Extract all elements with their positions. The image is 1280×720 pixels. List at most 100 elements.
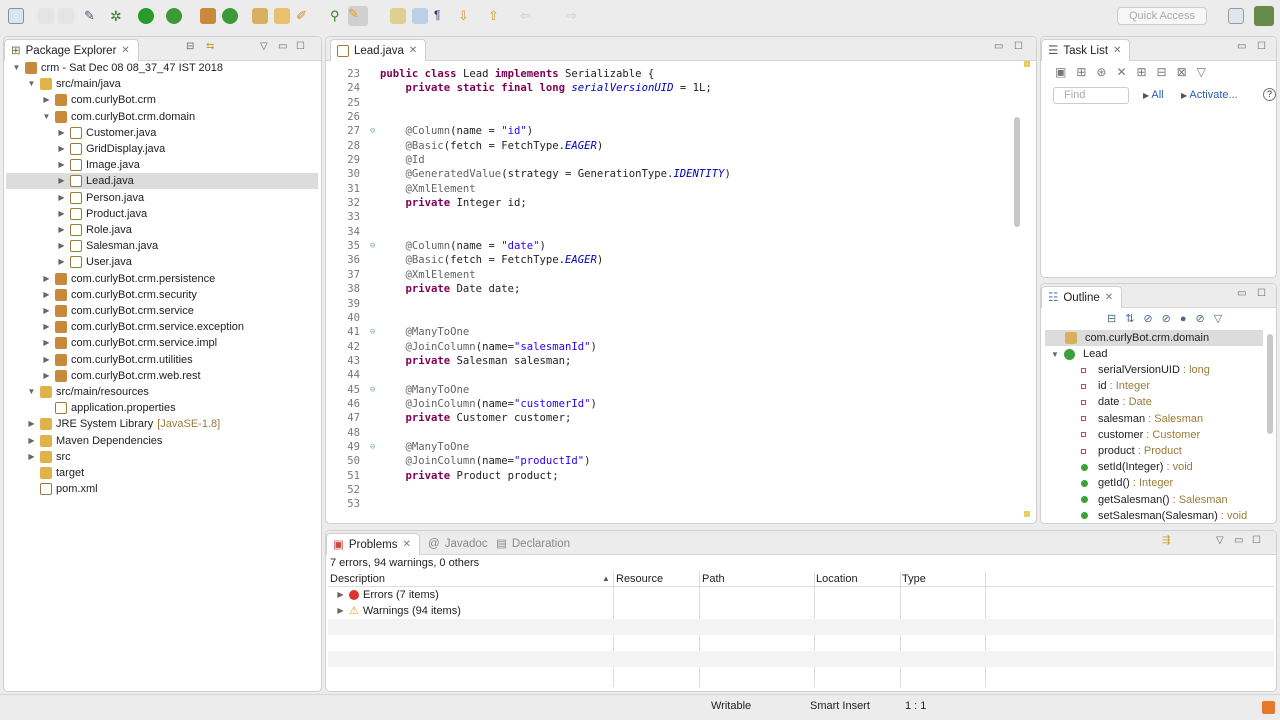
help-icon[interactable]: ?: [1263, 88, 1276, 101]
tree-item[interactable]: application.properties: [42, 400, 176, 416]
outline-item[interactable]: salesman : Salesman: [1081, 411, 1203, 427]
warnings-row[interactable]: ▶ ⚠ Warnings (94 items): [336, 603, 460, 619]
code-line[interactable]: 52: [332, 483, 731, 497]
code-line[interactable]: 36 @Basic (fetch = FetchType. EAGER): [332, 253, 731, 267]
code-line[interactable]: 34: [332, 225, 731, 239]
link-editor-icon[interactable]: ⇆: [206, 41, 214, 52]
run-external-icon[interactable]: [166, 8, 182, 24]
minimize-icon[interactable]: ▭: [278, 41, 287, 52]
minimize-icon[interactable]: ▭: [994, 41, 1003, 52]
code-line[interactable]: 48: [332, 426, 731, 440]
code-line[interactable]: 29 @Id: [332, 153, 731, 167]
block-selection-icon[interactable]: [412, 8, 428, 24]
code-line[interactable]: 33: [332, 210, 731, 224]
outline-item[interactable]: serialVersionUID : long: [1081, 362, 1210, 378]
code-editor[interactable]: 23 public class Lead implements Serializa…: [332, 67, 731, 512]
code-line[interactable]: 38 private Date date;: [332, 282, 731, 296]
fold-icon[interactable]: ⊖: [370, 325, 380, 339]
close-icon[interactable]: ✕: [1113, 40, 1121, 62]
tree-item[interactable]: ▶ Image.java: [57, 157, 140, 173]
maximize-icon[interactable]: ☐: [1014, 41, 1023, 52]
back-icon[interactable]: ⇦: [520, 8, 536, 24]
expand-icon[interactable]: ▶: [42, 352, 51, 368]
fold-icon[interactable]: ⊖: [370, 124, 380, 138]
open-folder-icon[interactable]: [274, 8, 290, 24]
expand-icon[interactable]: ▶: [42, 303, 51, 319]
expand-icon[interactable]: ▶: [336, 587, 345, 603]
code-line[interactable]: 32 private Integer id;: [332, 196, 731, 210]
expand-icon[interactable]: ▶: [57, 157, 66, 173]
column-resource[interactable]: Resource: [616, 571, 663, 587]
mark-occurrences-icon[interactable]: ✎: [348, 6, 368, 26]
tree-item[interactable]: ▼ com.curlyBot.crm.domain: [42, 109, 195, 125]
expand-icon[interactable]: ▶: [57, 238, 66, 254]
rss-icon[interactable]: [1262, 701, 1275, 714]
tree-item[interactable]: ▶ Person.java: [57, 190, 144, 206]
task-toolbar-icons[interactable]: ▣⊞⊛✕⊞⊟⊠▽: [1055, 65, 1216, 79]
expand-icon[interactable]: ▼: [12, 60, 21, 76]
tab-outline[interactable]: ☷ Outline ✕: [1041, 286, 1123, 309]
expand-icon[interactable]: ▶: [42, 335, 51, 351]
outline-package-row[interactable]: com.curlyBot.crm.domain: [1045, 330, 1263, 346]
code-line[interactable]: 53: [332, 497, 731, 511]
expand-icon[interactable]: ▶: [42, 319, 51, 335]
code-line[interactable]: 50 @JoinColumn (name= "productId"): [332, 454, 731, 468]
tab-task-list[interactable]: ☰ Task List ✕: [1041, 39, 1131, 62]
code-line[interactable]: 42 @JoinColumn (name= "salesmanId"): [332, 340, 731, 354]
tree-item[interactable]: ▶ Role.java: [57, 222, 132, 238]
expand-icon[interactable]: ▶: [57, 222, 66, 238]
overview-ruler-marker[interactable]: [1024, 511, 1030, 517]
maximize-icon[interactable]: ☐: [1252, 535, 1261, 546]
tab-package-explorer[interactable]: ⊞ Package Explorer ✕: [4, 39, 139, 61]
expand-icon[interactable]: ▶: [42, 368, 51, 384]
expand-icon[interactable]: ▶: [42, 92, 51, 108]
code-line[interactable]: 47 private Customer customer;: [332, 411, 731, 425]
activate-link[interactable]: ▶ Activate...: [1181, 89, 1238, 101]
tree-item[interactable]: ▼ crm - Sat Dec 08 08_37_47 IST 2018: [12, 60, 223, 76]
expand-icon[interactable]: ▶: [336, 603, 345, 619]
code-line[interactable]: 41 ⊖ @ManyToOne: [332, 325, 731, 339]
debug-icon[interactable]: ✲: [110, 8, 126, 24]
column-description[interactable]: Description: [330, 571, 385, 587]
collapse-all-icon[interactable]: ⊟: [186, 41, 194, 52]
tree-item[interactable]: pom.xml: [27, 481, 98, 497]
maximize-icon[interactable]: ☐: [1257, 288, 1266, 299]
quick-access-input[interactable]: Quick Access: [1117, 7, 1207, 25]
tree-item[interactable]: ▶ Product.java: [57, 206, 147, 222]
view-menu-icon[interactable]: ▽: [1216, 535, 1224, 546]
expand-icon[interactable]: ▶: [57, 173, 66, 189]
run-icon[interactable]: [138, 8, 154, 24]
next-annotation-icon[interactable]: ⇩: [458, 8, 474, 24]
tree-item[interactable]: ▶ JRE System Library [JavaSE-1.8]: [27, 416, 220, 432]
code-line[interactable]: 39: [332, 297, 731, 311]
tab-lead-java[interactable]: Lead.java ✕: [330, 39, 427, 62]
close-icon[interactable]: ✕: [409, 40, 417, 62]
forward-icon[interactable]: ⇨: [566, 8, 582, 24]
tree-item[interactable]: ▶ Customer.java: [57, 125, 156, 141]
tab-javadoc[interactable]: @ Javadoc: [422, 533, 496, 555]
tree-item[interactable]: ▶ com.curlyBot.crm.service.exception: [42, 319, 244, 335]
pin-icon[interactable]: ⚲: [330, 8, 346, 24]
code-line[interactable]: 35 ⊖ @Column (name = "date"): [332, 239, 731, 253]
tree-item[interactable]: ▶ com.curlyBot.crm.security: [42, 287, 197, 303]
outline-item[interactable]: product : Product: [1081, 443, 1182, 459]
column-type[interactable]: Type: [902, 571, 926, 587]
errors-row[interactable]: ▶ Errors (7 items): [336, 587, 438, 603]
code-line[interactable]: 37 @XmlElement: [332, 268, 731, 282]
outline-item[interactable]: customer : Customer: [1081, 427, 1200, 443]
search-icon[interactable]: ✐: [296, 8, 312, 24]
whitespace-icon[interactable]: ¶: [434, 8, 450, 24]
fold-icon[interactable]: ⊖: [370, 239, 380, 253]
outline-scrollbar[interactable]: [1267, 334, 1273, 434]
tree-item[interactable]: ▼ src/main/java: [27, 76, 121, 92]
tree-item[interactable]: ▶ com.curlyBot.crm: [42, 92, 156, 108]
expand-icon[interactable]: ▶: [42, 271, 51, 287]
tree-item[interactable]: target: [27, 465, 84, 481]
expand-icon[interactable]: ▼: [1051, 350, 1059, 359]
tab-problems[interactable]: ▣ Problems ✕: [326, 533, 420, 555]
java-perspective-icon[interactable]: [1254, 6, 1274, 26]
code-line[interactable]: 23 public class Lead implements Serializa…: [332, 67, 731, 81]
tree-item[interactable]: ▶ Lead.java: [6, 173, 318, 190]
close-icon[interactable]: ✕: [1105, 287, 1113, 309]
focus-icon[interactable]: ⇶: [1162, 535, 1170, 546]
